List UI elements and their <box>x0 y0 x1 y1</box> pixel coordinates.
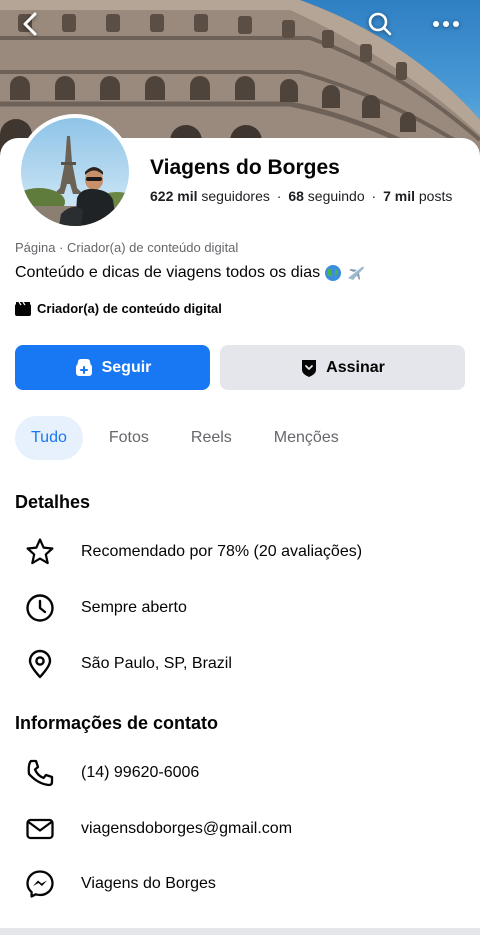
stats-separator: · <box>276 188 282 204</box>
more-options-button[interactable] <box>428 6 464 42</box>
shield-badge-icon <box>302 359 317 377</box>
bio-text: Conteúdo e dicas de viagens todos os dia… <box>15 264 321 281</box>
recommendation-text: Recomendado por 78% (20 avaliações) <box>81 543 363 560</box>
follow-button[interactable]: Seguir <box>15 345 210 390</box>
subscribe-button[interactable]: Assinar <box>220 345 465 390</box>
detail-row-recommendation[interactable]: Recomendado por 78% (20 avaliações) <box>24 536 362 568</box>
profile-photo <box>21 118 129 226</box>
tab-all[interactable]: Tudo <box>15 416 83 460</box>
search-icon <box>368 12 392 36</box>
contact-row-messenger[interactable]: Viagens do Borges <box>24 868 216 900</box>
contact-row-phone[interactable]: (14) 99620-6006 <box>24 757 199 789</box>
profile-stats: 622 mil seguidores · 68 seguindo · 7 mil… <box>150 188 452 204</box>
phone-icon <box>24 757 56 789</box>
avatar[interactable] <box>17 114 133 230</box>
chevron-left-icon <box>23 12 37 36</box>
location-pin-icon <box>24 648 56 680</box>
back-button[interactable] <box>12 6 48 42</box>
creator-badge-label: Criador(a) de conteúdo digital <box>37 301 222 316</box>
detail-row-location[interactable]: São Paulo, SP, Brazil <box>24 648 232 680</box>
phone-text: (14) 99620-6006 <box>81 764 200 781</box>
stats-separator: · <box>371 188 377 204</box>
followers-count[interactable]: 622 mil <box>150 188 197 204</box>
following-count[interactable]: 68 <box>288 188 304 204</box>
hours-text: Sempre aberto <box>81 599 187 616</box>
creator-badge: Criador(a) de conteúdo digital <box>15 301 222 316</box>
detail-row-hours[interactable]: Sempre aberto <box>24 592 187 624</box>
details-section-title: Detalhes <box>15 492 91 512</box>
tab-mentions[interactable]: Menções <box>258 416 355 460</box>
globe-emoji <box>325 265 342 281</box>
bottom-divider <box>0 928 480 935</box>
contact-section-title: Informações de contato <box>15 713 219 733</box>
airplane-emoji <box>348 266 365 280</box>
clapperboard-icon <box>15 301 31 316</box>
page-name: Viagens do Borges <box>150 156 340 179</box>
page-category: Página · Criador(a) de conteúdo digital <box>15 240 239 255</box>
messenger-text: Viagens do Borges <box>81 875 216 892</box>
followers-label[interactable]: seguidores <box>201 188 270 204</box>
search-button[interactable] <box>362 6 398 42</box>
posts-count[interactable]: 7 mil <box>383 188 415 204</box>
bio: Conteúdo e dicas de viagens todos os dia… <box>15 264 366 282</box>
mail-icon <box>24 813 56 845</box>
more-horizontal-icon <box>433 21 459 27</box>
tab-reels[interactable]: Reels <box>175 416 248 460</box>
follow-button-label: Seguir <box>101 358 152 376</box>
follow-icon <box>75 358 92 376</box>
tab-photos[interactable]: Fotos <box>93 416 165 460</box>
profile-tabs: Tudo Fotos Reels Menções <box>15 416 355 460</box>
location-text: São Paulo, SP, Brazil <box>81 655 232 672</box>
messenger-icon <box>24 868 56 900</box>
star-icon <box>24 536 56 568</box>
posts-label[interactable]: posts <box>419 188 452 204</box>
email-text: viagensdoborges@gmail.com <box>81 820 293 837</box>
contact-row-email[interactable]: viagensdoborges@gmail.com <box>24 813 292 845</box>
subscribe-button-label: Assinar <box>326 358 385 376</box>
following-label[interactable]: seguindo <box>308 188 365 204</box>
clock-icon <box>24 592 56 624</box>
